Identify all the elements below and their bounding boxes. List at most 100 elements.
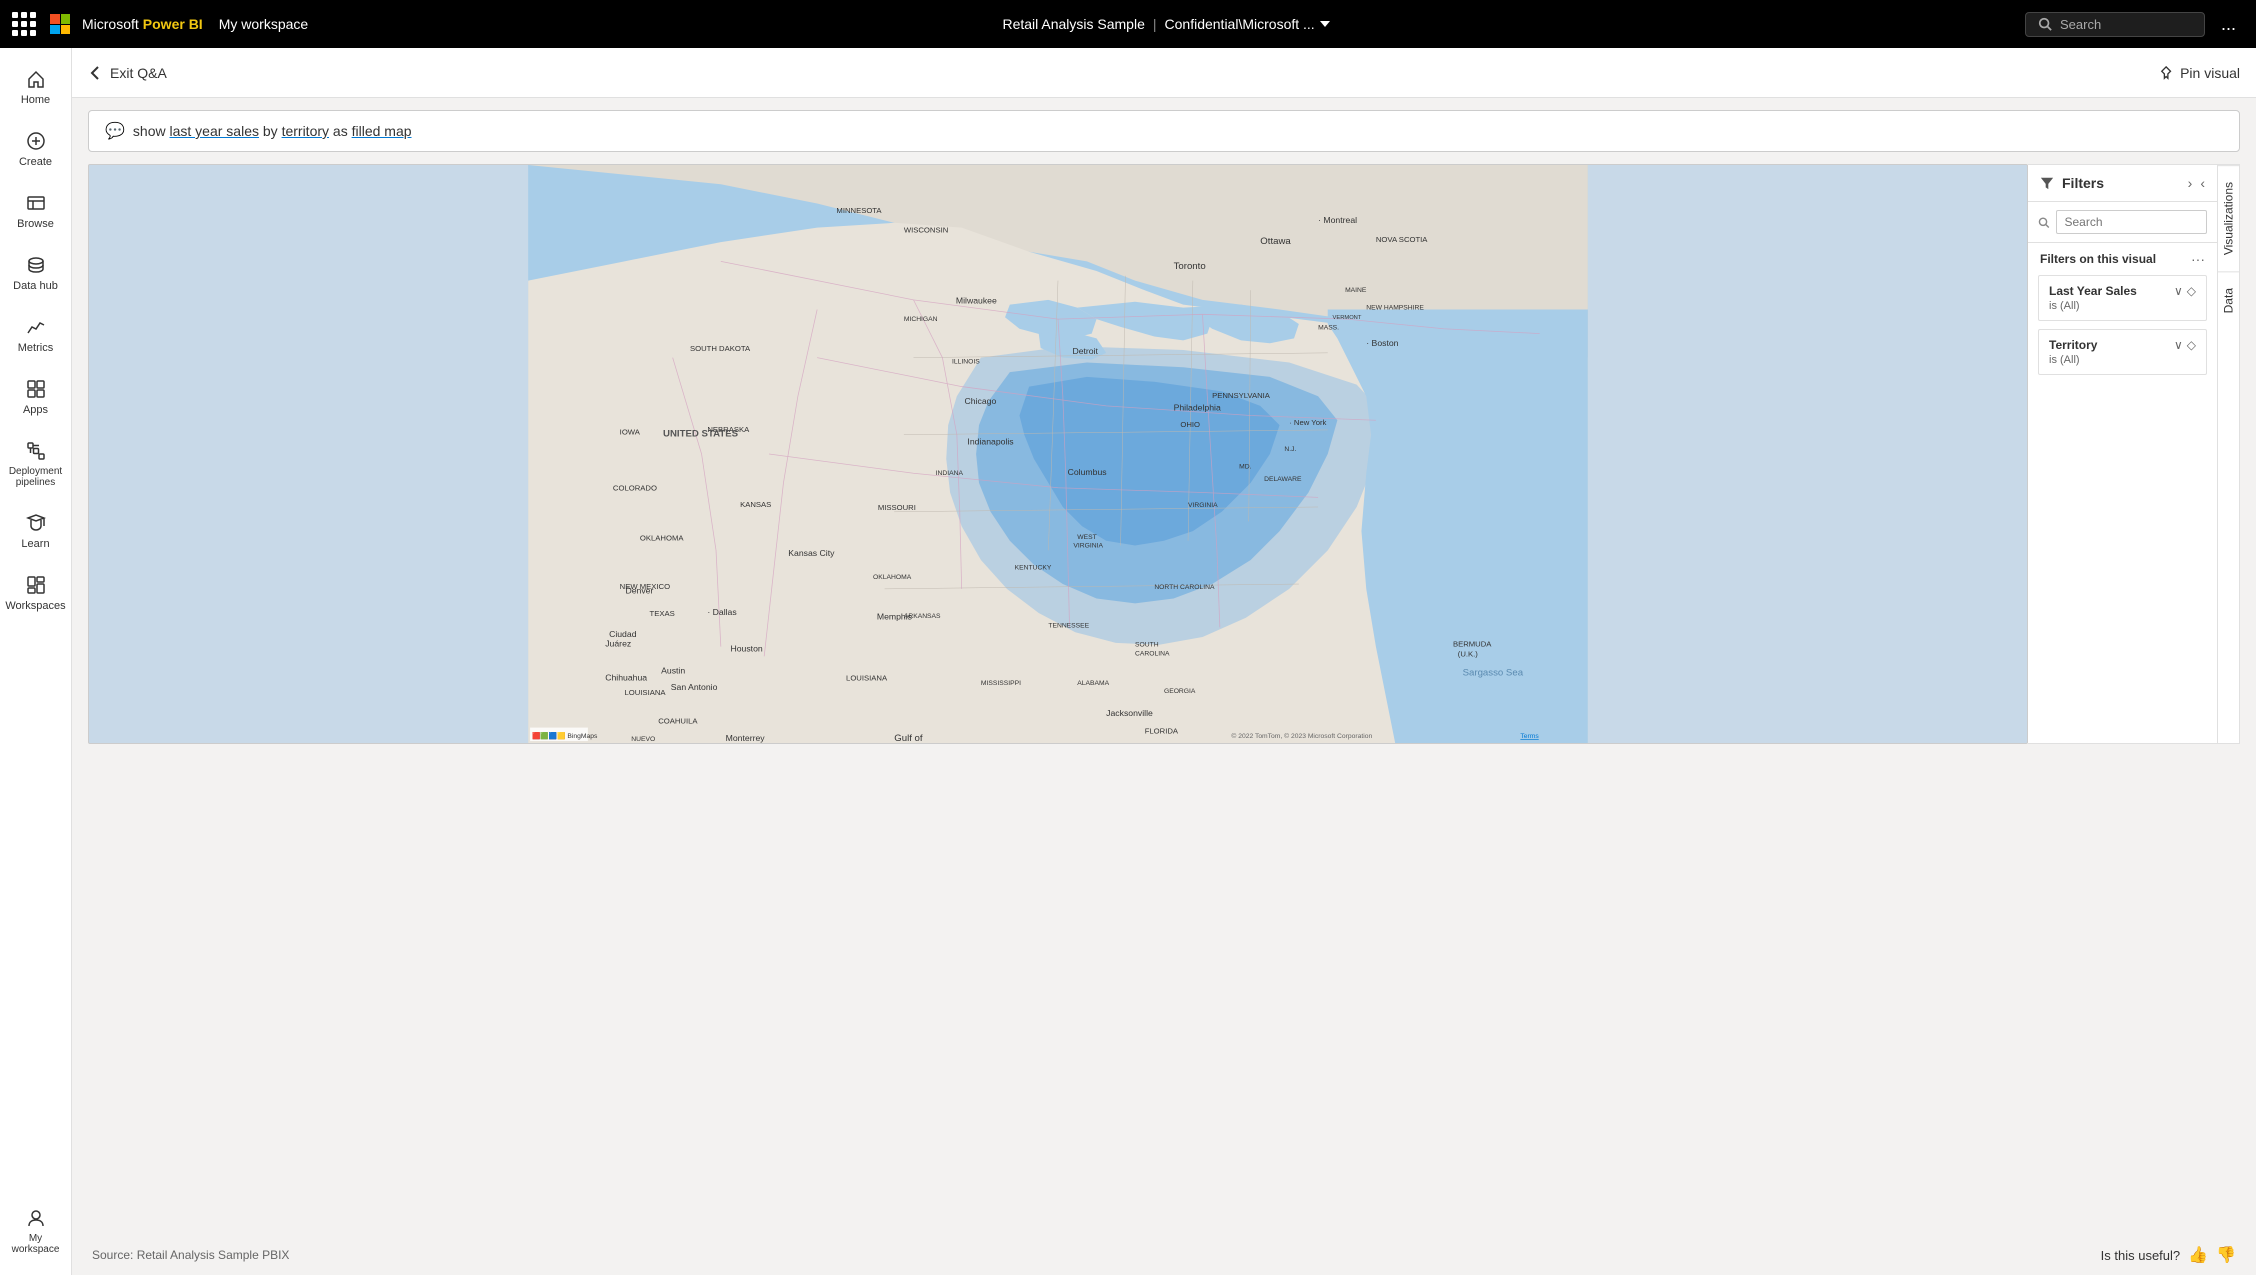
svg-text:BERMUDA: BERMUDA (1453, 640, 1492, 649)
sidebar-item-home[interactable]: Home (0, 58, 71, 116)
svg-text:WEST: WEST (1077, 534, 1096, 541)
svg-text:Jacksonville: Jacksonville (1106, 708, 1153, 718)
more-options-button[interactable]: ... (2213, 10, 2244, 39)
search-icon (2038, 17, 2052, 31)
useful-section: Is this useful? 👍 👎 (2101, 1245, 2236, 1265)
svg-text:· Montreal: · Montreal (1318, 215, 1357, 225)
sidebar-item-learn[interactable]: Learn (0, 502, 71, 560)
create-icon (25, 130, 47, 152)
svg-text:Sargasso Sea: Sargasso Sea (1463, 668, 1524, 679)
svg-text:(U.K.): (U.K.) (1458, 649, 1479, 658)
tab-data[interactable]: Data (2218, 271, 2239, 329)
svg-text:SOUTH DAKOTA: SOUTH DAKOTA (690, 344, 751, 353)
search-box[interactable]: Search (2025, 12, 2205, 37)
filter-item-header: Last Year Sales ∨ ◇ (2049, 284, 2196, 298)
svg-text:Chicago: Chicago (965, 396, 997, 406)
apps-icon (25, 378, 47, 400)
nav-separator: | (1153, 16, 1157, 32)
svg-text:Denver: Denver (625, 586, 653, 596)
filter2-clear-button[interactable]: ◇ (2187, 338, 2196, 352)
filters-search-icon (2038, 216, 2050, 229)
filters-more-button[interactable]: ··· (2191, 251, 2205, 267)
svg-text:· Dallas: · Dallas (707, 607, 737, 617)
svg-text:San Antonio: San Antonio (671, 682, 718, 692)
sidebar-item-create[interactable]: Create (0, 120, 71, 178)
header-bar: Exit Q&A Pin visual (72, 48, 2256, 98)
svg-text:Juárez: Juárez (605, 639, 631, 649)
left-sidebar: Home Create Browse (0, 48, 72, 1275)
tab-visualizations[interactable]: Visualizations (2218, 165, 2239, 271)
svg-text:NOVA SCOTIA: NOVA SCOTIA (1376, 235, 1428, 244)
svg-text:COAHUILA: COAHUILA (658, 717, 698, 726)
svg-text:ILLINOIS: ILLINOIS (952, 358, 980, 365)
filter1-expand-button[interactable]: ∨ (2174, 284, 2183, 298)
grid-menu-icon[interactable] (12, 12, 36, 36)
useful-label: Is this useful? (2101, 1248, 2181, 1263)
svg-text:Gulf of: Gulf of (894, 733, 923, 743)
exit-qa-button[interactable]: Exit Q&A (88, 65, 167, 81)
sidebar-item-datahub[interactable]: Data hub (0, 244, 71, 302)
svg-text:OHIO: OHIO (1180, 420, 1200, 429)
brand-label: MicrosoftPower BI (82, 16, 203, 32)
sidebar-item-apps[interactable]: Apps (0, 368, 71, 426)
svg-text:FLORIDA: FLORIDA (1145, 726, 1179, 735)
svg-text:MISSOURI: MISSOURI (878, 503, 916, 512)
svg-text:Indianapolis: Indianapolis (967, 436, 1014, 446)
svg-text:🟥🟩🟦🟨 BingMaps: 🟥🟩🟦🟨 BingMaps (532, 731, 598, 740)
sidebar-item-workspaces[interactable]: Workspaces (0, 564, 71, 622)
filter2-expand-button[interactable]: ∨ (2174, 338, 2183, 352)
svg-text:Monterrey: Monterrey (726, 733, 766, 743)
report-subtitle-dropdown[interactable]: Confidential\Microsoft ... (1165, 16, 1331, 32)
sidebar-item-metrics[interactable]: Metrics (0, 306, 71, 364)
sidebar-item-deployment[interactable]: Deployment pipelines (0, 430, 71, 498)
svg-text:Austin: Austin (661, 666, 685, 676)
svg-text:UNITED STATES: UNITED STATES (663, 429, 739, 440)
filters-expand-button[interactable]: › (2188, 175, 2193, 191)
svg-text:Detroit: Detroit (1072, 346, 1098, 356)
svg-text:N.J.: N.J. (1284, 446, 1296, 453)
svg-text:© 2022 TomTom, © 2023 Microsof: © 2022 TomTom, © 2023 Microsoft Corporat… (1231, 732, 1372, 740)
svg-text:NUEVO: NUEVO (631, 736, 655, 743)
svg-text:DELAWARE: DELAWARE (1264, 476, 1302, 483)
workspace-label[interactable]: My workspace (219, 16, 308, 32)
thumbs-down-button[interactable]: 👎 (2216, 1245, 2236, 1265)
filter1-clear-button[interactable]: ◇ (2187, 284, 2196, 298)
svg-text:MICHIGAN: MICHIGAN (904, 316, 938, 323)
browse-icon (25, 192, 47, 214)
svg-text:INDIANA: INDIANA (936, 470, 964, 477)
map-container[interactable]: Detroit Chicago Indianapolis Columbus OH… (88, 164, 2028, 744)
sidebar-item-browse[interactable]: Browse (0, 182, 71, 240)
svg-text:Toronto: Toronto (1174, 261, 1206, 272)
sidebar-item-myworkspace[interactable]: My workspace (0, 1197, 71, 1265)
filters-title: Filters (2062, 175, 2104, 191)
svg-text:· New York: · New York (1289, 418, 1326, 427)
pin-visual-button[interactable]: Pin visual (2160, 65, 2240, 81)
svg-text:Ottawa: Ottawa (1260, 236, 1291, 247)
filter2-condition: is (All) (2049, 354, 2196, 366)
svg-text:TENNESSEE: TENNESSEE (1048, 622, 1089, 629)
qa-icon: 💬 (105, 121, 125, 141)
svg-text:IOWA: IOWA (620, 428, 641, 437)
metrics-icon (25, 316, 47, 338)
deployment-icon (25, 440, 47, 462)
filters-collapse-button[interactable]: ‹ (2200, 175, 2205, 191)
microsoft-logo (50, 14, 70, 34)
svg-text:NEW HAMPSHIRE: NEW HAMPSHIRE (1366, 305, 1424, 312)
side-tabs-panel: Visualizations Data (2218, 164, 2240, 744)
svg-text:KANSAS: KANSAS (740, 500, 771, 509)
svg-text:MD.: MD. (1239, 463, 1251, 470)
svg-text:· Boston: · Boston (1366, 338, 1398, 348)
bottom-bar: Source: Retail Analysis Sample PBIX Is t… (72, 1235, 2256, 1275)
datahub-icon (25, 254, 47, 276)
qa-query: show last year sales by territory as fil… (133, 123, 412, 139)
source-text: Source: Retail Analysis Sample PBIX (92, 1248, 289, 1262)
nav-center: Retail Analysis Sample | Confidential\Mi… (316, 16, 2017, 32)
qa-bar[interactable]: 💬 show last year sales by territory as f… (88, 110, 2240, 152)
svg-text:OKLAHOMA: OKLAHOMA (873, 574, 912, 581)
svg-text:Terms: Terms (1520, 733, 1539, 740)
svg-text:Ciudad: Ciudad (609, 629, 637, 639)
thumbs-up-button[interactable]: 👍 (2188, 1245, 2208, 1265)
report-title: Retail Analysis Sample (1002, 16, 1144, 32)
back-arrow-icon (88, 65, 104, 81)
filters-search-input[interactable] (2056, 210, 2208, 234)
